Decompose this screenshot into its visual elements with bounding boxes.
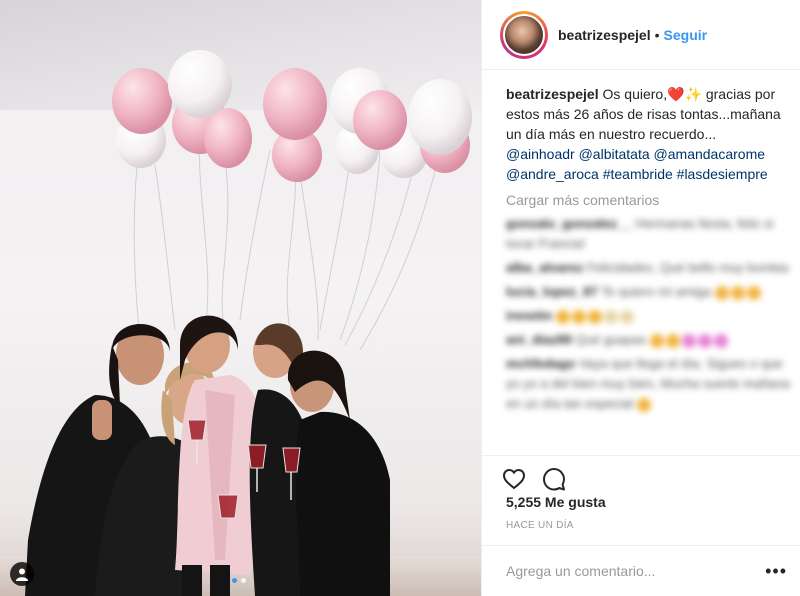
carousel-dot-active bbox=[232, 578, 237, 583]
emoji bbox=[730, 285, 745, 300]
balloons bbox=[112, 50, 472, 182]
comment-item: ani_diaz89 Qué guapas bbox=[506, 330, 796, 350]
caption-username[interactable]: beatrizespejel bbox=[506, 86, 599, 102]
hashtag-link[interactable]: #lasdesiempre bbox=[677, 166, 768, 182]
follow-button[interactable]: Seguir bbox=[664, 27, 708, 43]
emoji bbox=[713, 333, 728, 348]
comment-text: Felicidades, Qué bello muy bonitas bbox=[586, 260, 790, 275]
carousel-dot bbox=[241, 578, 246, 583]
caption-text-start: Os quiero, bbox=[602, 86, 668, 102]
comment-text: Qué guapas bbox=[575, 332, 647, 347]
group-of-women bbox=[25, 315, 390, 596]
emoji bbox=[649, 333, 664, 348]
comment-username[interactable]: gonzalo_gonzalez__ bbox=[506, 216, 632, 231]
comment-username[interactable]: ani_diaz89 bbox=[506, 332, 572, 347]
comment-username[interactable]: alba_alvarez bbox=[506, 260, 583, 275]
avatar[interactable] bbox=[503, 13, 545, 56]
tag-people-button[interactable] bbox=[10, 562, 34, 586]
comment-input[interactable] bbox=[506, 563, 766, 579]
emoji bbox=[697, 333, 712, 348]
mention-link[interactable]: @albitatata bbox=[579, 146, 650, 162]
speech-bubble-icon[interactable] bbox=[542, 467, 566, 491]
comment-text: Te quiero mi amiga bbox=[601, 284, 711, 299]
comment-item: gonzalo_gonzalez__ Hermanas fiesta, feli… bbox=[506, 214, 796, 254]
comment-form: ••• bbox=[482, 545, 800, 596]
emoji bbox=[619, 309, 634, 324]
emoji bbox=[571, 309, 586, 324]
post-actions bbox=[482, 455, 800, 495]
emoji bbox=[603, 309, 618, 324]
comment-item: mchfedago Vaya que llega el día. Sigues … bbox=[506, 354, 796, 414]
mention-link[interactable]: @amandacarome bbox=[654, 146, 766, 162]
emoji bbox=[746, 285, 761, 300]
mention-link[interactable]: @andre_aroca bbox=[506, 166, 599, 182]
heart-outline-icon[interactable] bbox=[502, 467, 526, 491]
sparkles-emoji: ✨ bbox=[684, 86, 702, 102]
comments-list: gonzalo_gonzalez__ Hermanas fiesta, feli… bbox=[482, 214, 800, 462]
comment-username[interactable]: mchfedago bbox=[506, 356, 575, 371]
comment-username[interactable]: irenelm bbox=[506, 308, 552, 323]
emoji bbox=[587, 309, 602, 324]
story-ring[interactable] bbox=[500, 10, 548, 59]
emoji bbox=[636, 397, 651, 412]
ellipsis-icon[interactable]: ••• bbox=[765, 561, 787, 582]
comment-item: alba_alvarez Felicidades, Qué bello muy … bbox=[506, 258, 796, 278]
emoji bbox=[681, 333, 696, 348]
post-photo[interactable] bbox=[0, 0, 481, 596]
mention-link[interactable]: @ainhoadr bbox=[506, 146, 575, 162]
post-header: beatrizespejel • Seguir bbox=[482, 0, 800, 70]
emoji bbox=[665, 333, 680, 348]
post-timestamp[interactable]: Hace un día bbox=[506, 520, 574, 531]
comment-item: lucia_lopez_87 Te quiero mi amiga bbox=[506, 282, 796, 302]
post-side-panel: beatrizespejel • Seguir beatrizespejel O… bbox=[481, 0, 800, 596]
emoji bbox=[555, 309, 570, 324]
heart-emoji: ❤️ bbox=[667, 86, 685, 102]
likes-count[interactable]: 5,255 Me gusta bbox=[506, 494, 606, 510]
hashtag-link[interactable]: #teambride bbox=[603, 166, 673, 182]
person-tag-icon bbox=[16, 568, 28, 581]
load-more-comments-link[interactable]: Cargar más comentarios bbox=[482, 184, 800, 208]
header-username[interactable]: beatrizespejel bbox=[558, 27, 651, 43]
post-caption: beatrizespejel Os quiero,❤️✨ gracias por… bbox=[482, 70, 800, 184]
comment-item: irenelm bbox=[506, 306, 796, 326]
comment-username[interactable]: lucia_lopez_87 bbox=[506, 284, 598, 299]
photo-scene bbox=[25, 50, 472, 596]
header-separator: • bbox=[654, 26, 660, 43]
emoji bbox=[714, 285, 729, 300]
